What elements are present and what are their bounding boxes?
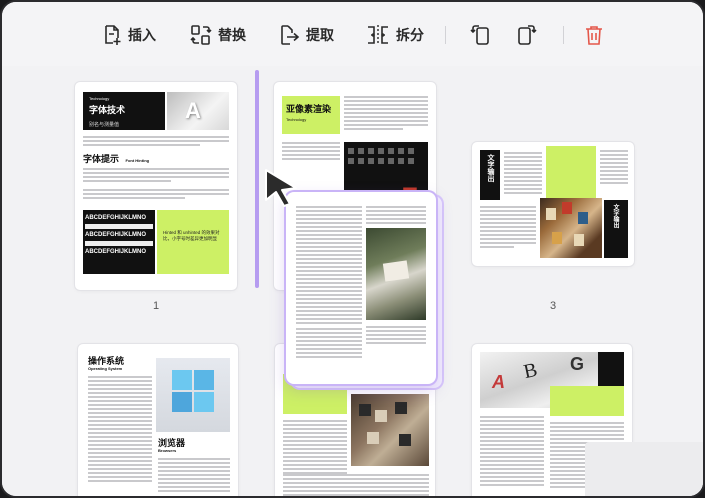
page-body-text bbox=[83, 134, 229, 148]
page-body-text bbox=[480, 414, 544, 488]
page-body-text bbox=[283, 472, 429, 496]
page-subtitle: Technology bbox=[286, 117, 307, 122]
page-body-text bbox=[344, 94, 428, 132]
page-title: 字体技术 bbox=[89, 105, 126, 115]
page-body-text bbox=[480, 204, 536, 250]
insert-label: 插入 bbox=[128, 27, 156, 43]
page-thumbnail-1[interactable]: Technology 字体技术 别名与测量值 A 字体提示 Font Hinti… bbox=[75, 82, 237, 290]
page-number: 1 bbox=[152, 300, 160, 312]
page-subtitle: Operating System bbox=[88, 366, 123, 371]
page-body-text bbox=[366, 324, 426, 346]
letter-graphic: G bbox=[570, 354, 585, 374]
drag-stack-front bbox=[286, 192, 436, 384]
page-body-text bbox=[88, 374, 152, 484]
page-image bbox=[540, 198, 602, 258]
page-image bbox=[351, 394, 429, 466]
page-image: A bbox=[167, 92, 229, 130]
page-grid: Technology 字体技术 别名与测量值 A 字体提示 Font Hinti… bbox=[2, 66, 703, 496]
page-header-block: 亚像素渲染 Technology bbox=[282, 96, 340, 134]
corner-overlay bbox=[585, 442, 703, 496]
dragged-pages[interactable] bbox=[282, 192, 446, 392]
replace-label: 替换 bbox=[218, 27, 246, 43]
split-button[interactable]: 拆分 bbox=[366, 22, 424, 48]
page-number: 3 bbox=[549, 300, 557, 312]
page-image bbox=[366, 228, 426, 320]
page-section-title: 字体提示 Font Hinting bbox=[83, 152, 149, 165]
lime-block bbox=[550, 386, 624, 416]
lime-callout: Hinted 和 unhinted 的效果对比，小字号时差异更加明显 bbox=[157, 210, 229, 274]
page-body-text bbox=[296, 326, 362, 360]
insert-button[interactable]: 插入 bbox=[102, 22, 156, 48]
page-title: 亚像素渲染 bbox=[286, 104, 332, 114]
toolbar-divider bbox=[563, 26, 564, 44]
page-body-text bbox=[600, 148, 628, 186]
toolbar-divider bbox=[445, 26, 446, 44]
letter-graphic: A bbox=[492, 372, 505, 392]
rotate-right-icon bbox=[515, 24, 537, 46]
page-section-subtitle: Browsers bbox=[158, 448, 177, 453]
glyph-row: ABCDEFGHIJKLMNO bbox=[85, 249, 146, 255]
glyph-block: ABCDEFGHIJKLMNO ABCDEFGHIJKLMNO ABCDEFGH… bbox=[83, 210, 155, 274]
replace-page-icon bbox=[190, 24, 212, 46]
letter-graphic: A bbox=[185, 98, 201, 123]
toolbar: 插入 替换 提取 拆分 bbox=[2, 2, 703, 66]
extract-button[interactable]: 提取 bbox=[278, 22, 334, 48]
replace-button[interactable]: 替换 bbox=[190, 22, 246, 48]
page-body-text bbox=[366, 204, 426, 226]
letter-graphic: B bbox=[521, 358, 540, 384]
vertical-title-block: 文字输出 bbox=[480, 150, 500, 200]
page-body-text bbox=[158, 456, 230, 494]
page-title: 文字输出 bbox=[612, 204, 618, 228]
trash-icon bbox=[584, 24, 604, 46]
app-window: 插入 替换 提取 拆分 Technology 字体技术 别名与测量值 A 字体提… bbox=[0, 0, 705, 498]
page-header-block: Technology 字体技术 别名与测量值 bbox=[83, 92, 165, 130]
page-body-text bbox=[296, 204, 362, 326]
windows-logo-image bbox=[156, 358, 230, 432]
page-small-text: 别名与测量值 bbox=[89, 122, 120, 128]
vertical-title-block: 文字输出 bbox=[604, 200, 628, 258]
split-page-icon bbox=[366, 24, 390, 46]
page-body-text bbox=[283, 418, 347, 476]
glyph-row: ABCDEFGHIJKLMNO bbox=[85, 215, 146, 221]
section-title-en: Font Hinting bbox=[125, 158, 150, 163]
delete-button[interactable] bbox=[584, 22, 604, 48]
extract-label: 提取 bbox=[306, 27, 334, 43]
drop-indicator bbox=[255, 70, 259, 288]
page-title: 文字输出 bbox=[487, 154, 494, 182]
glyph-row: ABCDEFGHIJKLMNO bbox=[85, 232, 146, 238]
lime-block bbox=[546, 146, 596, 200]
rotate-left-button[interactable] bbox=[470, 22, 492, 48]
insert-page-icon bbox=[102, 24, 122, 46]
cursor-icon bbox=[264, 168, 300, 213]
extract-page-icon bbox=[278, 24, 300, 46]
page-thumbnail-3[interactable]: 文字输出 文字输出 bbox=[472, 142, 634, 266]
page-body-text bbox=[504, 150, 542, 196]
page-subtitle: Technology bbox=[89, 96, 110, 101]
section-title-cn: 字体提示 bbox=[83, 154, 120, 164]
page-body-text bbox=[83, 166, 229, 201]
page-thumbnail-4[interactable]: 操作系统 Operating System 浏览器 Browsers bbox=[78, 344, 238, 496]
rotate-left-icon bbox=[470, 24, 492, 46]
rotate-right-button[interactable] bbox=[515, 22, 537, 48]
split-label: 拆分 bbox=[396, 27, 424, 43]
page-body-text bbox=[282, 140, 340, 162]
